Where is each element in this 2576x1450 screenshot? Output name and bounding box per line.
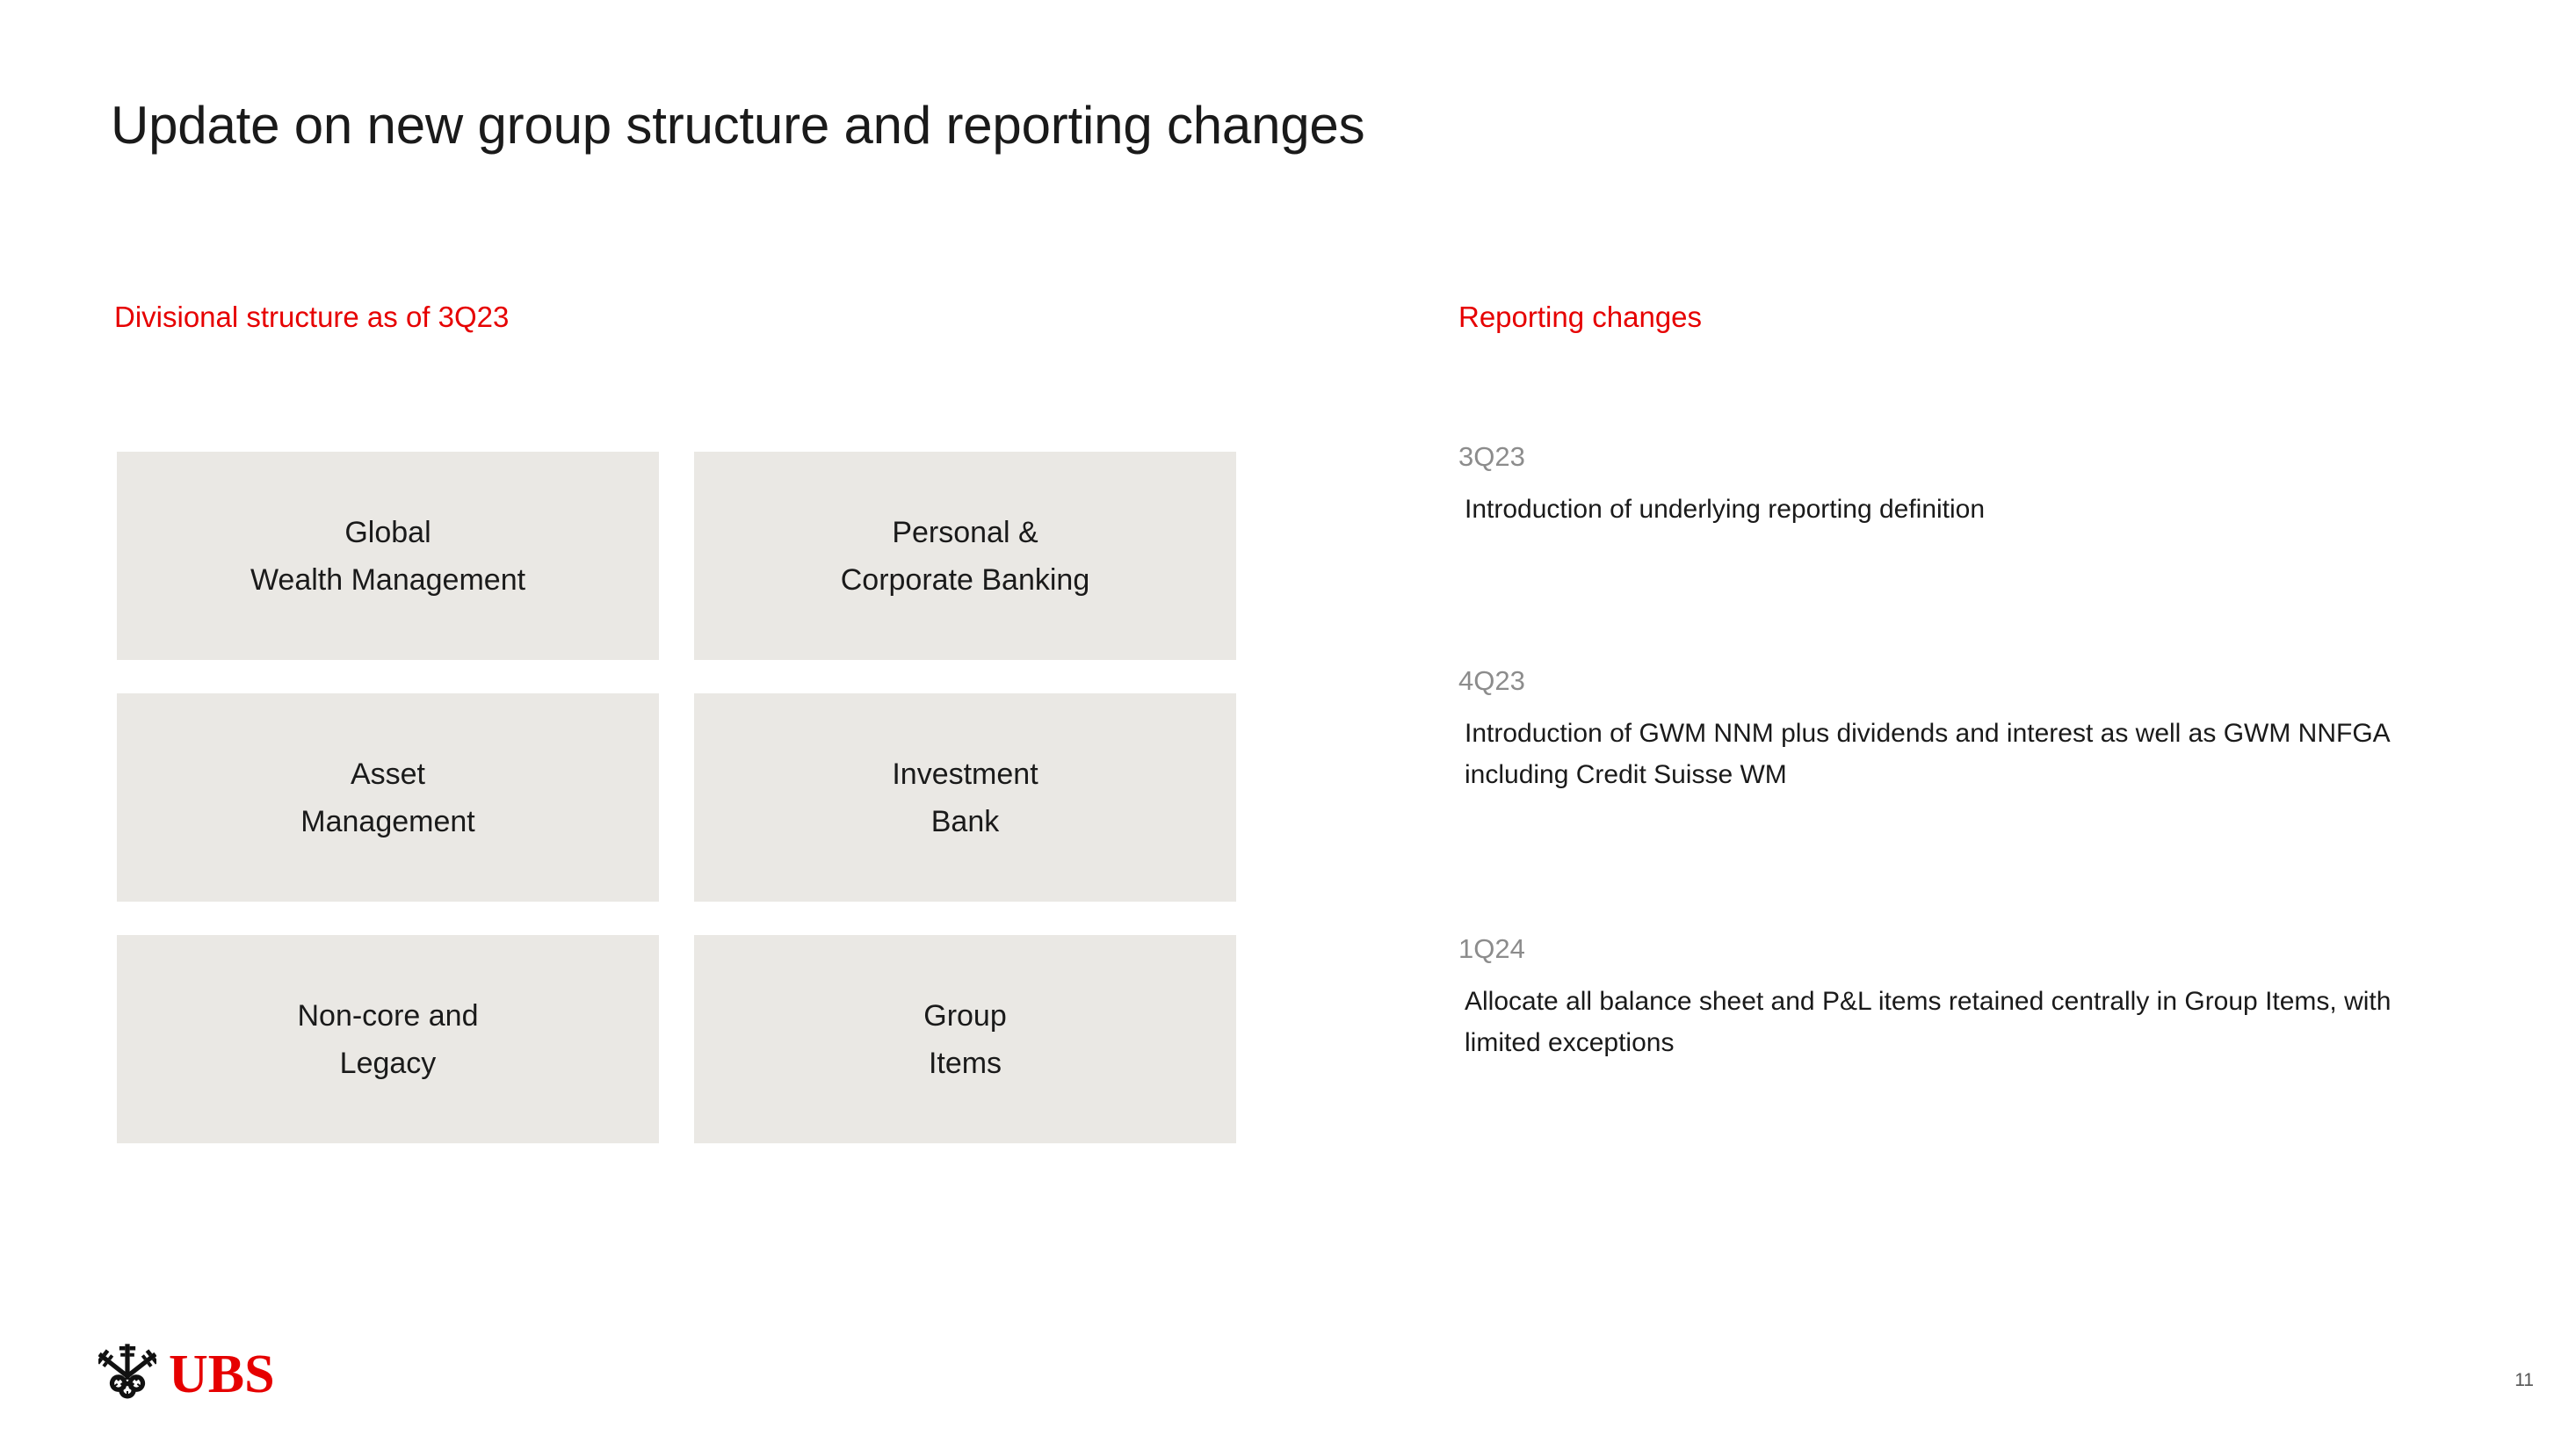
division-box-global-wealth-management: Global Wealth Management [117, 452, 659, 660]
reporting-period-label: 3Q23 [1458, 441, 1525, 472]
division-label-line2: Wealth Management [250, 562, 526, 597]
reporting-changes-header: Reporting changes [1458, 301, 1703, 333]
ubs-wordmark: UBS [169, 1345, 275, 1404]
reporting-description: Allocate all balance sheet and P&L items… [1465, 987, 2391, 1057]
division-box-personal-corporate-banking: Personal & Corporate Banking [694, 452, 1236, 660]
division-label-line2: Items [928, 1046, 1002, 1080]
reporting-period-label: 4Q23 [1458, 665, 1525, 696]
division-label-line2: Bank [930, 804, 1000, 838]
reporting-entry-1q24: 1Q24 Allocate all balance sheet and P&L … [1458, 932, 2513, 1063]
division-label-line2: Management [300, 804, 475, 838]
division-label-line1: Personal & [892, 515, 1038, 549]
division-label-line1: Investment [892, 757, 1038, 791]
division-label-line1: Global [344, 515, 431, 549]
divisional-structure-grid: Global Wealth Management Personal & Corp… [117, 452, 1248, 1143]
division-label-line2: Legacy [339, 1046, 437, 1080]
ubs-logo: UBS [98, 1343, 275, 1406]
division-box-investment-bank: Investment Bank [694, 693, 1236, 902]
division-box-non-core-and-legacy: Non-core and Legacy [117, 935, 659, 1143]
page-title: Update on new group structure and report… [111, 96, 1365, 155]
reporting-description: Introduction of GWM NNM plus dividends a… [1465, 719, 2390, 789]
page-number: 11 [2514, 1370, 2534, 1390]
reporting-entry-3q23: 3Q23 Introduction of underlying reportin… [1458, 439, 2513, 530]
division-label-line1: Group [923, 998, 1007, 1033]
division-box-asset-management: Asset Management [117, 693, 659, 902]
ubs-three-keys-icon [98, 1344, 156, 1399]
divisional-structure-header: Divisional structure as of 3Q23 [114, 301, 510, 333]
reporting-description: Introduction of underlying reporting def… [1465, 495, 1986, 524]
reporting-entry-4q23: 4Q23 Introduction of GWM NNM plus divide… [1458, 663, 2513, 795]
division-label-line1: Non-core and [297, 998, 479, 1033]
division-box-group-items: Group Items [694, 935, 1236, 1143]
division-label-line1: Asset [350, 757, 426, 791]
division-label-line2: Corporate Banking [840, 562, 1090, 597]
reporting-period-label: 1Q24 [1458, 933, 1525, 964]
